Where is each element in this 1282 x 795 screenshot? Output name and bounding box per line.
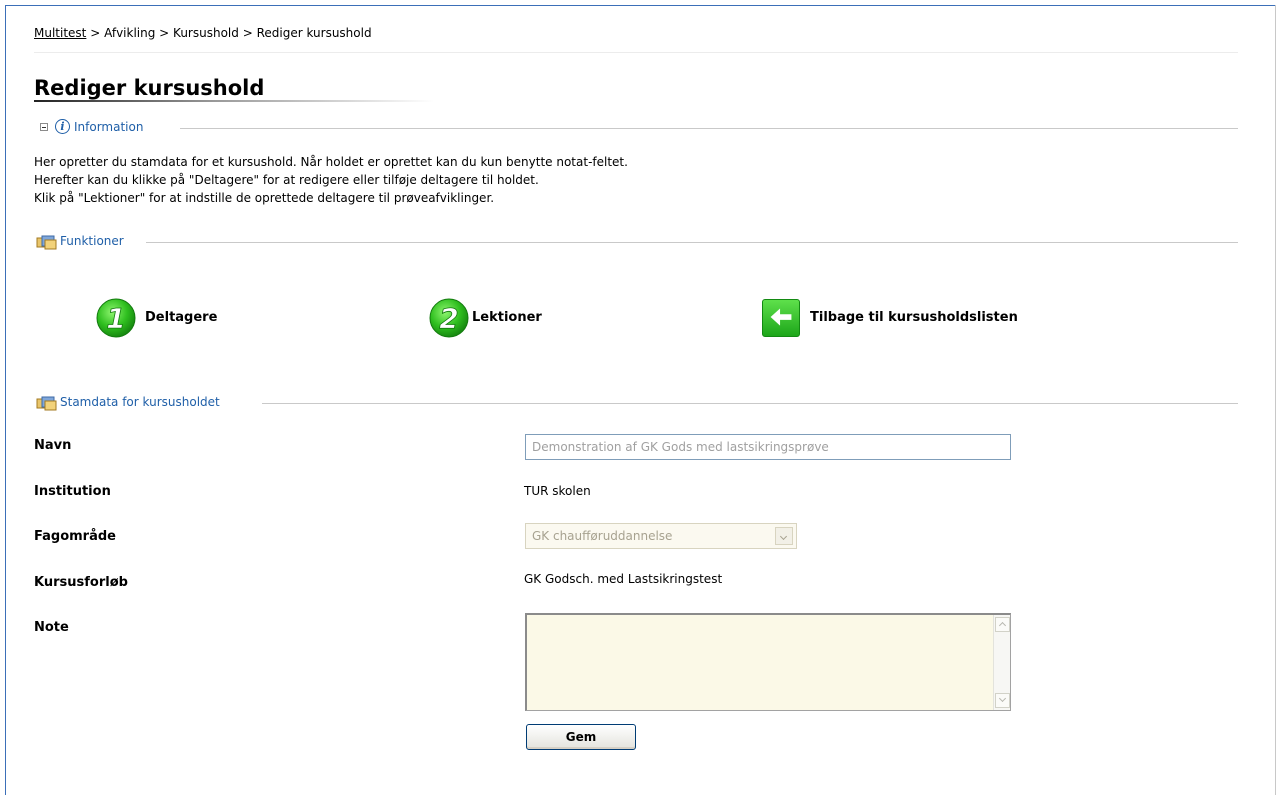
info-line: Her opretter du stamdata for et kursusho… [34,155,628,169]
scroll-down-icon[interactable] [995,693,1010,708]
note-scrollbar[interactable] [993,615,1010,710]
breadcrumb-link-multitest[interactable]: Multitest [34,26,86,40]
number-two-icon: 2 [429,298,469,338]
section-funktioner-title: Funktioner [60,234,124,248]
chevron-down-icon[interactable] [775,527,793,545]
arrow-left-icon [762,299,800,337]
breadcrumb-separator: > [86,26,105,40]
section-information: i Information [34,119,1238,136]
kursusforloeb-label: Kursusforløb [34,575,128,590]
svg-text:1: 1 [106,302,125,335]
breadcrumb-item-afvikling: Afvikling [104,26,156,40]
fagomraade-label: Fagområde [34,529,116,544]
back-to-list-label: Tilbage til kursusholdslisten [810,310,1018,325]
save-button[interactable]: Gem [526,724,636,750]
kursusforloeb-value: GK Godsch. med Lastsikringstest [524,572,723,586]
breadcrumb-item-kursushold: Kursushold [173,26,239,40]
breadcrumb-divider [34,52,1238,53]
section-divider [262,403,1238,404]
breadcrumb: Multitest > Afvikling > Kursushold > Red… [34,26,372,40]
breadcrumb-current: Rediger kursushold [256,26,372,40]
institution-label: Institution [34,484,111,499]
section-divider [146,242,1238,243]
section-information-title[interactable]: Information [74,120,143,134]
fagomraade-selected-value: GK chaufføruddannelse [532,529,673,543]
collapse-icon[interactable] [40,123,48,131]
lektioner-label: Lektioner [472,310,542,325]
breadcrumb-separator: > [238,26,257,40]
breadcrumb-separator: > [155,26,174,40]
number-one-icon: 1 [96,298,136,338]
institution-value: TUR skolen [524,484,591,498]
info-icon: i [55,119,70,134]
lektioner-button[interactable]: 2 Lektioner [428,297,578,341]
info-line: Herefter kan du klikke på "Deltagere" fo… [34,173,539,187]
section-funktioner: Funktioner [34,234,1238,250]
section-stamdata: Stamdata for kursusholdet [34,395,1238,411]
section-divider [180,128,1238,129]
navn-label: Navn [34,438,72,453]
fagomraade-select[interactable]: GK chaufføruddannelse [525,523,797,549]
title-underline [34,100,434,102]
folder-icon [36,396,57,411]
information-text: Her opretter du stamdata for et kursusho… [34,153,628,207]
folder-icon [36,235,57,250]
deltagere-label: Deltagere [145,310,218,325]
frame-right-edge [1275,5,1276,795]
svg-text:2: 2 [439,302,458,335]
info-line: Klik på "Lektioner" for at indstille de … [34,191,495,205]
back-to-list-button[interactable]: Tilbage til kursusholdslisten [762,299,1062,343]
deltagere-button[interactable]: 1 Deltagere [95,297,255,341]
note-label: Note [34,620,69,635]
scroll-up-icon[interactable] [995,617,1010,632]
section-stamdata-title: Stamdata for kursusholdet [60,395,220,409]
note-textarea[interactable] [525,613,1011,711]
page-title: Rediger kursushold [34,76,265,100]
navn-input[interactable]: Demonstration af GK Gods med lastsikring… [525,434,1011,460]
